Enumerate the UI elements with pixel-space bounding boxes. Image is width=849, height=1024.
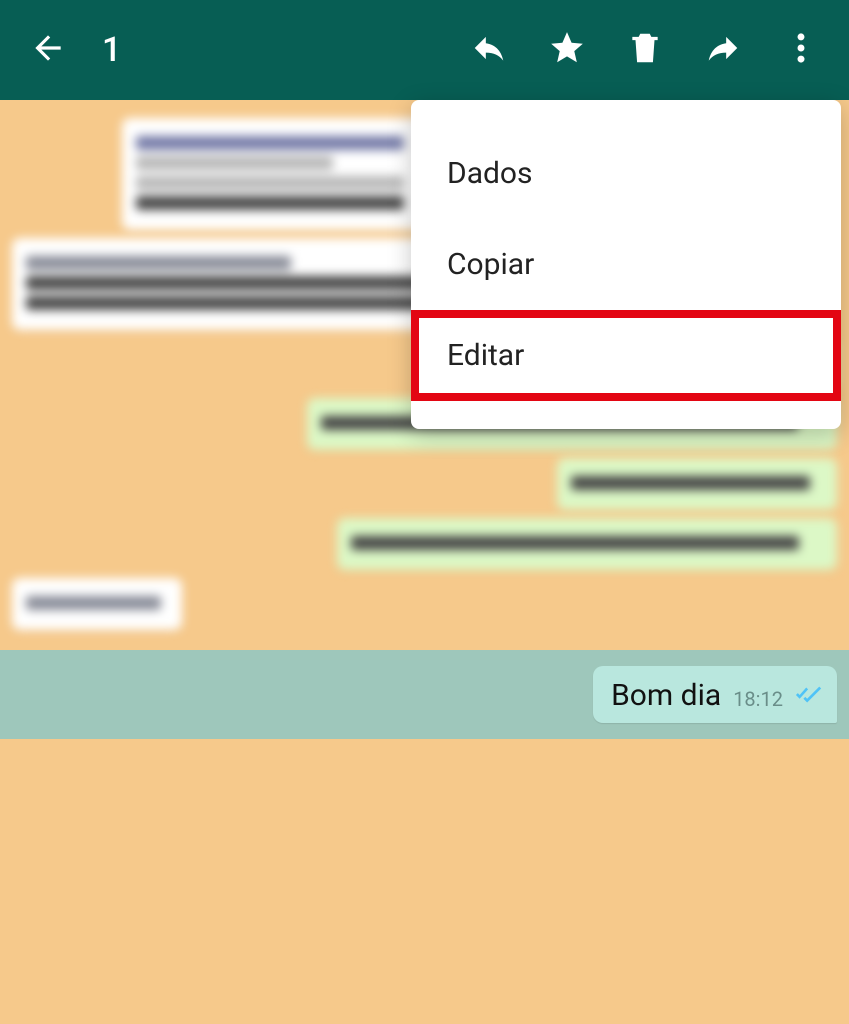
forward-button[interactable] <box>699 26 747 74</box>
selection-toolbar: 1 <box>0 0 849 100</box>
trash-icon <box>626 29 664 71</box>
menu-item-editar[interactable]: Editar <box>411 310 841 401</box>
reply-button[interactable] <box>465 26 513 74</box>
message-obscured <box>557 458 837 510</box>
menu-item-dados[interactable]: Dados <box>411 128 841 219</box>
star-icon <box>548 29 586 71</box>
more-vertical-icon <box>782 29 820 71</box>
message-text: Bom dia <box>611 678 721 713</box>
message-obscured <box>122 118 432 230</box>
read-ticks-icon <box>795 678 823 713</box>
selected-message-row[interactable]: Bom dia 18:12 <box>0 650 849 739</box>
context-menu: Dados Copiar Editar <box>411 100 841 429</box>
forward-icon <box>704 29 742 71</box>
selected-message-bubble[interactable]: Bom dia 18:12 <box>593 666 837 723</box>
arrow-left-icon <box>29 29 67 71</box>
message-obscured <box>12 578 182 630</box>
star-button[interactable] <box>543 26 591 74</box>
message-obscured <box>337 518 837 570</box>
more-button[interactable] <box>777 26 825 74</box>
reply-icon <box>470 29 508 71</box>
delete-button[interactable] <box>621 26 669 74</box>
menu-item-copiar[interactable]: Copiar <box>411 219 841 310</box>
selected-count: 1 <box>102 30 121 70</box>
back-button[interactable] <box>24 26 72 74</box>
message-time: 18:12 <box>733 687 783 711</box>
